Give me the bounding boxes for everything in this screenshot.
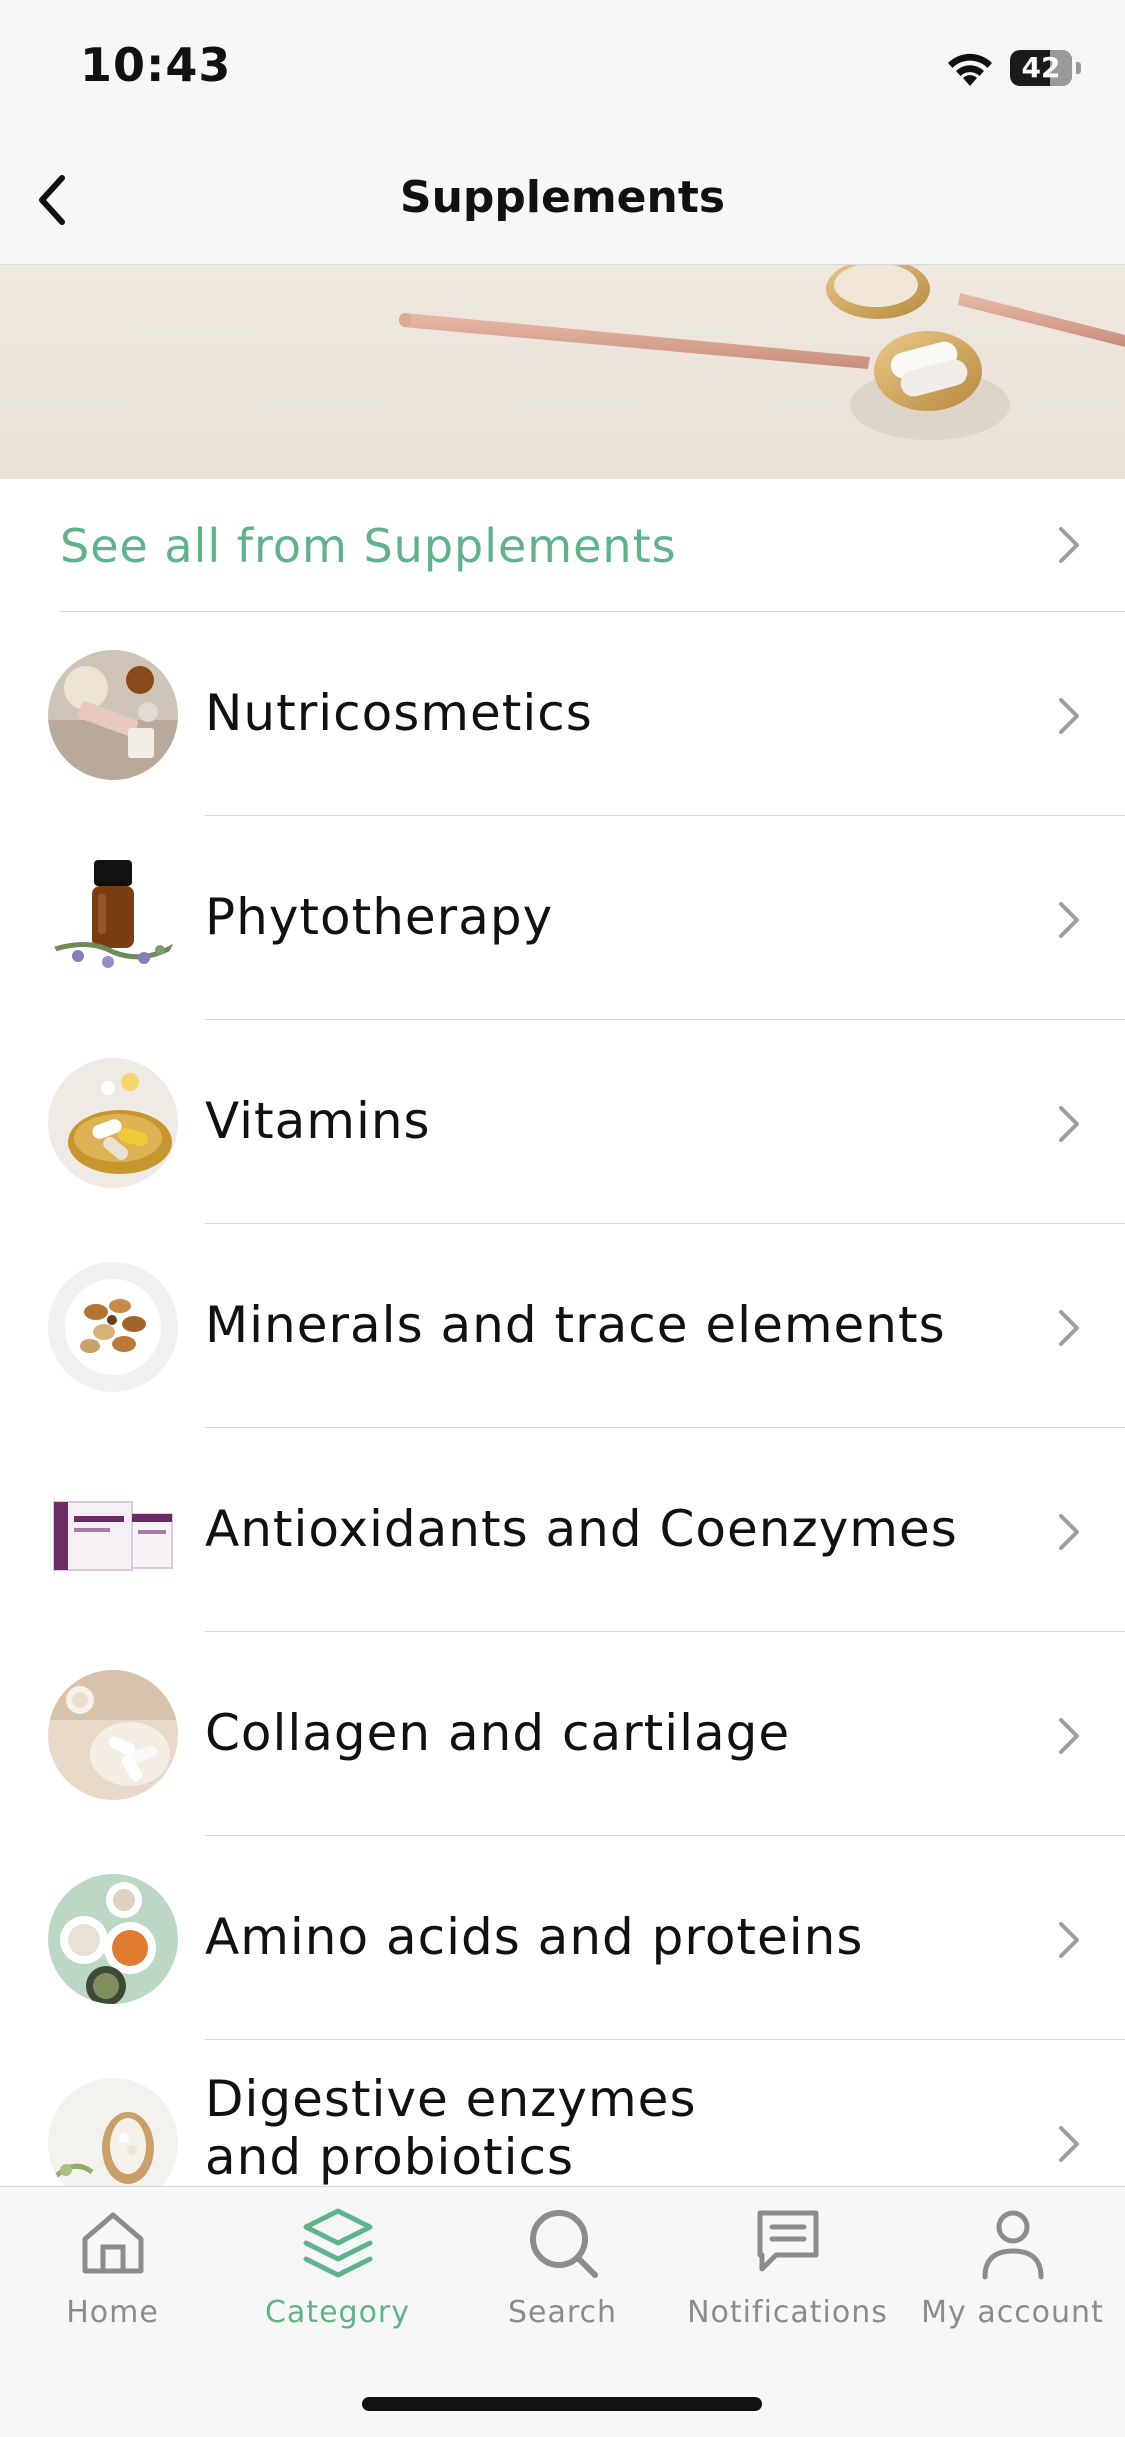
chevron-right-icon <box>1059 698 1079 734</box>
tab-label: Notifications <box>687 2295 888 2330</box>
list-item-minerals[interactable]: Minerals and trace elements <box>0 1224 1125 1428</box>
tab-category[interactable]: Category <box>225 2205 450 2330</box>
list-item-vitamins[interactable]: Vitamins <box>0 1020 1125 1224</box>
list-item-nutricosmetics[interactable]: Nutricosmetics <box>0 612 1125 816</box>
list-item-label: Antioxidants and Coenzymes <box>205 1500 958 1558</box>
layers-icon <box>303 2208 372 2278</box>
chevron-right-icon <box>1059 1718 1079 1754</box>
list-item-antioxidants[interactable]: Antioxidants and Coenzymes <box>0 1428 1125 1632</box>
tab-label: Search <box>507 2295 618 2330</box>
list-item-label: Collagen and cartilage <box>205 1704 791 1762</box>
category-banner-image <box>0 265 1125 479</box>
chevron-right-icon <box>1059 527 1079 563</box>
navigation-bar: Supplements <box>0 132 1125 265</box>
tab-my-account[interactable]: My account <box>900 2205 1125 2330</box>
list-item-label: Amino acids and proteins <box>205 1908 864 1966</box>
tab-search[interactable]: Search <box>450 2205 675 2330</box>
battery-percent: 42 <box>1021 51 1061 84</box>
wifi-icon <box>948 53 992 86</box>
minerals-thumbnail <box>48 1262 178 1392</box>
tab-label: My account <box>921 2295 1104 2330</box>
see-all-link[interactable]: See all from Supplements <box>60 519 677 573</box>
collagen-thumbnail <box>48 1670 178 1800</box>
tab-label: Category <box>264 2295 411 2330</box>
antioxidants-thumbnail <box>48 1466 178 1596</box>
list-item-amino-acids[interactable]: Amino acids and proteins <box>0 1836 1125 2040</box>
user-icon <box>982 2210 1043 2280</box>
list-item-label: Digestive enzymes and probiotics <box>205 2070 697 2186</box>
vitamins-thumbnail <box>48 1058 178 1188</box>
list-item-label: Nutricosmetics <box>205 684 593 742</box>
category-list: See all from Supplements Nutricosmetics <box>0 479 1125 2244</box>
chevron-right-icon <box>1059 902 1079 938</box>
chevron-right-icon <box>1059 1106 1079 1142</box>
tab-home[interactable]: Home <box>0 2205 225 2330</box>
home-icon <box>82 2212 143 2274</box>
see-all-row[interactable]: See all from Supplements <box>60 479 1125 612</box>
battery-icon: 42 <box>1010 50 1081 86</box>
search-icon <box>529 2210 598 2278</box>
status-bar: 10:43 42 <box>0 0 1125 132</box>
chevron-right-icon <box>1059 2126 1079 2162</box>
list-item-label: Minerals and trace elements <box>205 1296 946 1354</box>
status-time: 10:43 <box>80 38 232 92</box>
message-icon <box>757 2210 818 2272</box>
list-item-label: Phytotherapy <box>205 888 554 946</box>
nutricosmetics-thumbnail <box>48 650 178 780</box>
list-item-label-line2: and probiotics <box>205 2128 575 2186</box>
chevron-right-icon <box>1059 1514 1079 1550</box>
chevron-right-icon <box>1059 1922 1079 1958</box>
list-item-phytotherapy[interactable]: Phytotherapy <box>0 816 1125 1020</box>
chevron-right-icon <box>1059 1310 1079 1346</box>
tab-notifications[interactable]: Notifications <box>675 2205 900 2330</box>
tab-label: Home <box>66 2295 159 2330</box>
list-item-label: Vitamins <box>205 1092 431 1150</box>
page-title: Supplements <box>399 172 726 223</box>
list-item-label-line1: Digestive enzymes <box>205 2070 697 2128</box>
home-indicator[interactable] <box>362 2397 762 2411</box>
phytotherapy-thumbnail <box>48 854 178 984</box>
list-item-collagen[interactable]: Collagen and cartilage <box>0 1632 1125 1836</box>
amino-acids-thumbnail <box>48 1874 178 2004</box>
